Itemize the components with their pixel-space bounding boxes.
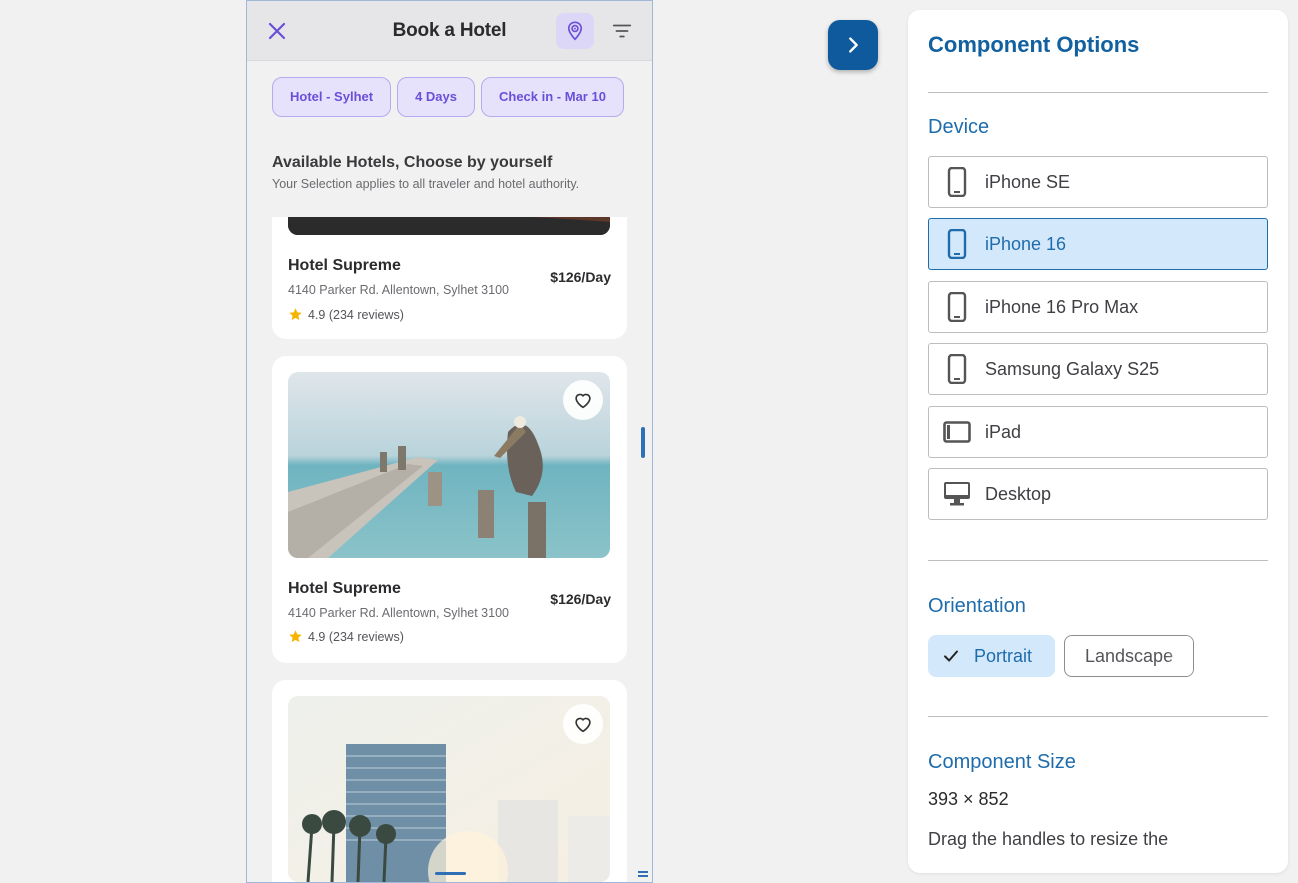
phone-icon bbox=[947, 354, 967, 384]
heart-icon bbox=[575, 393, 591, 409]
section-subtitle: Your Selection applies to all traveler a… bbox=[272, 177, 580, 191]
chip-checkin[interactable]: Check in - Mar 10 bbox=[481, 77, 624, 117]
favorite-button[interactable] bbox=[563, 380, 603, 420]
chip-location[interactable]: Hotel - Sylhet bbox=[272, 77, 392, 117]
star-icon bbox=[289, 630, 302, 643]
divider bbox=[928, 92, 1268, 93]
hotel-image bbox=[288, 217, 610, 235]
hotel-image bbox=[288, 696, 610, 882]
hotel-rating: 4.9 (234 reviews) bbox=[288, 307, 404, 322]
resize-help-text: Drag the handles to resize the bbox=[928, 829, 1169, 849]
panel-title: Component Options bbox=[928, 32, 1140, 57]
hotel-address: 4140 Parker Rd. Allentown, Sylhet 3100 bbox=[288, 283, 509, 297]
component-size-heading: Component Size bbox=[928, 751, 1076, 773]
component-size-value: 393 × 852 bbox=[928, 789, 1009, 809]
device-label: iPad bbox=[985, 421, 1022, 442]
device-label: iPhone 16 Pro Max bbox=[985, 296, 1139, 317]
horizontal-resize-handle[interactable] bbox=[435, 872, 466, 875]
device-heading: Device bbox=[928, 116, 990, 138]
app-bar: Book a Hotel bbox=[247, 1, 652, 61]
device-preview: Book a Hotel Hotel - Sylhet 4 Days Check i… bbox=[246, 0, 653, 883]
hotel-name: Hotel Supreme bbox=[288, 257, 401, 274]
orientation-portrait-button[interactable]: Portrait bbox=[928, 635, 1055, 677]
rating-text: 4.9 (234 reviews) bbox=[308, 629, 404, 644]
panel-toggle-button[interactable] bbox=[828, 20, 878, 70]
component-options-panel: Component Options Device iPhone SE iPhon… bbox=[908, 10, 1288, 873]
divider bbox=[928, 560, 1268, 561]
divider bbox=[928, 716, 1268, 717]
hotel-card[interactable] bbox=[272, 680, 627, 882]
tablet-icon bbox=[943, 421, 971, 443]
phone-icon bbox=[947, 292, 967, 322]
hotel-price: $126/Day bbox=[550, 269, 611, 285]
hotel-name: Hotel Supreme bbox=[288, 580, 401, 597]
check-icon bbox=[944, 650, 958, 662]
hotel-card[interactable]: Hotel Supreme 4140 Parker Rd. Allentown,… bbox=[272, 217, 627, 339]
hotel-price: $126/Day bbox=[550, 591, 611, 607]
filter-icon[interactable] bbox=[611, 20, 633, 42]
device-label: iPhone SE bbox=[985, 171, 1071, 192]
favorite-button[interactable] bbox=[563, 704, 603, 744]
phone-icon bbox=[947, 167, 967, 197]
device-option-iphone-16-pro-max[interactable]: iPhone 16 Pro Max bbox=[928, 281, 1268, 333]
orientation-portrait-label: Portrait bbox=[974, 645, 1033, 666]
filter-chips: Hotel - Sylhet 4 Days Check in - Mar 10 bbox=[272, 77, 627, 119]
hotel-tower-image bbox=[288, 696, 610, 882]
section-title: Available Hotels, Choose by yourself bbox=[272, 154, 553, 171]
device-label: Samsung Galaxy S25 bbox=[985, 358, 1160, 379]
device-option-iphone-se[interactable]: iPhone SE bbox=[928, 156, 1268, 208]
phone-icon bbox=[947, 229, 967, 259]
hotel-list[interactable]: Hotel Supreme 4140 Parker Rd. Allentown,… bbox=[272, 217, 627, 882]
hotel-image bbox=[288, 372, 610, 558]
device-option-desktop[interactable]: Desktop bbox=[928, 468, 1268, 520]
device-label: Desktop bbox=[985, 483, 1052, 504]
pelican-pier-image bbox=[288, 372, 610, 558]
heart-icon bbox=[575, 717, 591, 733]
device-label: iPhone 16 bbox=[985, 233, 1067, 254]
orientation-landscape-label: Landscape bbox=[1085, 645, 1174, 666]
device-option-iphone-16[interactable]: iPhone 16 bbox=[928, 218, 1268, 270]
orientation-landscape-button[interactable]: Landscape bbox=[1064, 635, 1194, 677]
chevron-right-icon bbox=[849, 37, 858, 53]
hotel-rating: 4.9 (234 reviews) bbox=[288, 629, 404, 644]
hotel-address: 4140 Parker Rd. Allentown, Sylhet 3100 bbox=[288, 606, 509, 620]
location-pin-icon bbox=[567, 21, 583, 41]
hotel-card[interactable]: Hotel Supreme 4140 Parker Rd. Allentown,… bbox=[272, 356, 627, 663]
device-option-ipad[interactable]: iPad bbox=[928, 406, 1268, 458]
star-icon bbox=[289, 308, 302, 321]
chip-duration[interactable]: 4 Days bbox=[397, 77, 475, 117]
forest-image bbox=[288, 217, 610, 235]
corner-resize-handle[interactable] bbox=[638, 871, 648, 877]
orientation-heading: Orientation bbox=[928, 595, 1026, 617]
rating-text: 4.9 (234 reviews) bbox=[308, 307, 404, 322]
map-button[interactable] bbox=[556, 13, 594, 49]
desktop-icon bbox=[944, 482, 970, 506]
vertical-resize-handle[interactable] bbox=[641, 427, 645, 458]
device-option-samsung-galaxy-s25[interactable]: Samsung Galaxy S25 bbox=[928, 343, 1268, 395]
